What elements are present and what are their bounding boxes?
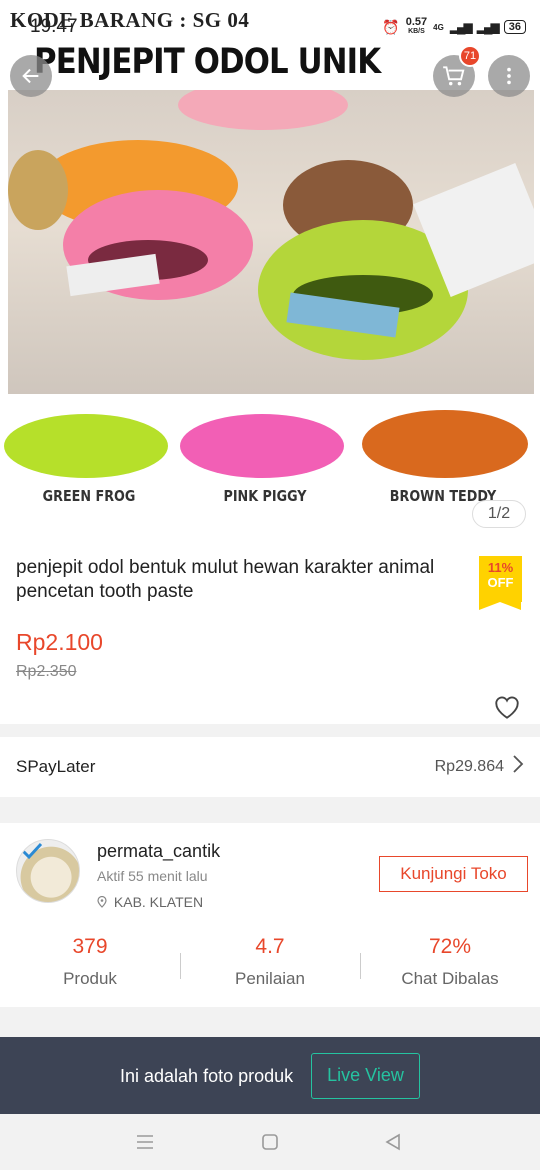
- cart-count-badge: 71: [459, 45, 481, 67]
- battery-icon: 36: [503, 20, 526, 34]
- alarm-icon: ⏰: [382, 18, 400, 35]
- product-photo: [8, 90, 534, 394]
- stat-rating-value: 4.7: [255, 935, 285, 958]
- home-square-icon[interactable]: [261, 1133, 279, 1151]
- status-time: 19.47: [30, 16, 78, 37]
- product-title: penjepit odol bentuk mulut hewan karakte…: [16, 557, 435, 602]
- product-info-section: penjepit odol bentuk mulut hewan karakte…: [0, 538, 540, 724]
- shop-avatar[interactable]: [16, 839, 80, 903]
- product-price: Rp2.100: [16, 629, 103, 655]
- signal-icon: ▂▄▆: [449, 20, 473, 34]
- network-speed-value: 0.57: [405, 16, 428, 28]
- network-speed: 0.57 KB/S: [405, 16, 428, 36]
- shop-active-status: Aktif 55 menit lalu: [97, 868, 208, 884]
- network-speed-unit: KB/S: [408, 28, 425, 35]
- shop-location-text: KAB. KLATEN: [113, 894, 204, 910]
- more-options-button[interactable]: [488, 55, 530, 97]
- variant-brown-teddy-image: [362, 410, 528, 478]
- verified-check-icon: [21, 842, 43, 860]
- photo-notice-bar: Ini adalah foto produk Live View: [0, 1037, 540, 1114]
- spaylater-amount: Rp29.864: [434, 758, 504, 775]
- location-pin-icon: [97, 895, 107, 908]
- cart-icon: [443, 66, 465, 86]
- system-nav-bar: [0, 1114, 540, 1170]
- discount-percent: 11%: [487, 560, 514, 575]
- visit-shop-button[interactable]: Kunjungi Toko: [379, 856, 528, 892]
- image-counter: 1/2: [472, 500, 526, 528]
- stat-products-label: Produk: [63, 969, 117, 988]
- variant-label-pink-piggy: PINK PIGGY: [223, 487, 307, 505]
- status-bar: 19.47 ⏰ 0.57 KB/S 4G ▂▄▆ ▂▄▆ 36: [0, 0, 540, 50]
- photo-notice-text: Ini adalah foto produk: [120, 1066, 294, 1086]
- discount-badge: 11% OFF: [479, 556, 522, 610]
- arrow-left-icon: [22, 68, 39, 84]
- variant-label-green-frog: GREEN FROG: [42, 487, 136, 505]
- cart-button[interactable]: 71: [433, 45, 481, 97]
- stat-chat-reply-value: 72%: [428, 935, 472, 958]
- back-button[interactable]: [10, 55, 52, 97]
- stat-products[interactable]: 379 Produk: [0, 935, 180, 989]
- original-price: Rp2.350: [16, 663, 77, 680]
- shop-name[interactable]: permata_cantik: [97, 841, 220, 862]
- stat-rating[interactable]: 4.7 Penilaian: [180, 935, 360, 989]
- stat-products-value: 379: [72, 935, 108, 958]
- product-page: GREEN FROG PINK PIGGY BROWN TEDDY KODE B…: [0, 0, 540, 1170]
- stat-rating-label: Penilaian: [235, 969, 305, 988]
- discount-label: OFF: [487, 575, 514, 590]
- variant-pink-piggy-image: [180, 414, 344, 478]
- network-type: 4G: [433, 22, 444, 32]
- heart-icon[interactable]: [492, 694, 522, 720]
- shop-card: permata_cantik Aktif 55 menit lalu KAB. …: [0, 823, 540, 1007]
- spaylater-row[interactable]: SPayLater Rp29.864: [0, 737, 540, 797]
- stat-chat-reply-label: Chat Dibalas: [401, 969, 499, 988]
- spaylater-label: SPayLater: [16, 757, 96, 776]
- menu-icon[interactable]: [136, 1134, 154, 1150]
- live-view-button[interactable]: Live View: [311, 1053, 420, 1099]
- more-vertical-icon: [507, 67, 511, 85]
- status-icons: ⏰ 0.57 KB/S 4G ▂▄▆ ▂▄▆ 36: [382, 16, 526, 36]
- signal-icon-2: ▂▄▆: [476, 20, 500, 34]
- shop-location: KAB. KLATEN: [97, 894, 203, 910]
- back-triangle-icon[interactable]: [384, 1133, 402, 1151]
- stat-chat-reply[interactable]: 72% Chat Dibalas: [360, 935, 540, 989]
- chevron-right-icon: [513, 755, 524, 773]
- variant-green-frog-image: [4, 414, 168, 478]
